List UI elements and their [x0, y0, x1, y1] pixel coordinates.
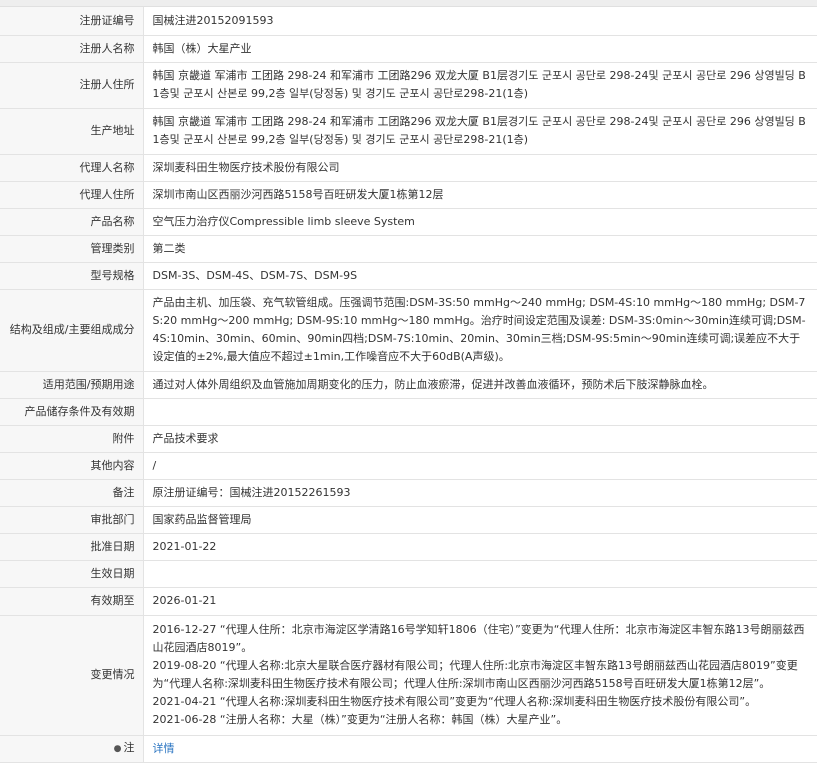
history-entry: 2021-04-21 “代理人名称:深圳麦科田生物医疗技术有限公司”变更为“代理…	[152, 695, 757, 708]
row-value: 国械注进20152091593	[143, 7, 817, 36]
detail-table-body: 注册证编号 国械注进20152091593 注册人名称 韩国（株）大星产业 注册人住所韩…	[0, 7, 817, 763]
detail-row: 适用范围/预期用途 通过对人体外周组织及血管施加周期变化的压力，防止血液瘀滞，促进…	[0, 371, 817, 399]
row-value: 2021-01-22	[143, 533, 817, 561]
row-value: 深圳市南山区西丽沙河西路5158号百旺研发大厦1栋第12层	[143, 181, 817, 209]
row-value: 深圳麦科田生物医疗技术股份有限公司	[143, 154, 817, 182]
row-label: 有效期至	[0, 587, 144, 616]
detail-row: 生效日期	[0, 560, 817, 588]
detail-row: 有效期至 2026-01-21	[0, 587, 817, 616]
note-value: 详情	[143, 735, 817, 763]
details-link[interactable]: 详情	[153, 742, 175, 755]
row-value: 国家药品监督管理局	[143, 506, 817, 534]
row-label: 注册人名称	[0, 35, 144, 63]
row-label: 型号规格	[0, 262, 144, 290]
note-label: 注	[123, 741, 135, 754]
detail-row: 注册人住所 韩国 京畿道 军浦市 工团路 298-24 和军浦市 工团路296 双…	[0, 62, 817, 109]
history-entry: 2019-08-20 “代理人名称:北京大星联合医疗器材有限公司；代理人住所:北…	[152, 659, 798, 690]
row-label: 批准日期	[0, 533, 144, 561]
row-value: 产品由主机、加压袋、充气软管组成。压强调节范围:DSM-3S:50 mmHg～2…	[143, 289, 817, 372]
row-label: 代理人名称	[0, 154, 144, 182]
detail-row: 其他内容 /	[0, 452, 817, 480]
detail-row: 备注 原注册证编号：国械注进20152261593	[0, 479, 817, 507]
history-label: 变更情况	[0, 615, 144, 736]
row-value	[143, 398, 817, 426]
row-value: 韩国 京畿道 军浦市 工团路 298-24 和军浦市 工团路296 双龙大厦 B…	[143, 108, 817, 155]
detail-row: 型号规格 DSM-3S、DSM-4S、DSM-7S、DSM-9S	[0, 262, 817, 290]
row-value: 原注册证编号：国械注进20152261593	[143, 479, 817, 507]
history-entry: 2021-06-28 “注册人名称：大星（株）”变更为“注册人名称：韩国（株）大…	[152, 713, 568, 726]
row-label: 其他内容	[0, 452, 144, 480]
detail-row: 注册证编号 国械注进20152091593	[0, 7, 817, 36]
row-label: 审批部门	[0, 506, 144, 534]
row-value: 2026-01-21	[143, 587, 817, 616]
row-label: 产品储存条件及有效期	[0, 398, 144, 426]
row-label: 结构及组成/主要组成成分	[0, 289, 144, 372]
detail-row: 管理类别 第二类	[0, 235, 817, 263]
row-label: 管理类别	[0, 235, 144, 263]
row-label: 附件	[0, 425, 144, 453]
row-value: 韩国 京畿道 军浦市 工团路 298-24 和军浦市 工团路296 双龙大厦 B…	[143, 62, 817, 109]
bullet-icon: ●	[113, 744, 122, 754]
detail-row: 注册人名称 韩国（株）大星产业	[0, 35, 817, 63]
row-value: DSM-3S、DSM-4S、DSM-7S、DSM-9S	[143, 262, 817, 290]
history-value: 2016-12-27 “代理人住所：北京市海淀区学清路16号学知轩1806（住宅…	[143, 615, 817, 736]
row-value: 第二类	[143, 235, 817, 263]
detail-row: 代理人住所 深圳市南山区西丽沙河西路5158号百旺研发大厦1栋第12层	[0, 181, 817, 209]
detail-row: 审批部门 国家药品监督管理局	[0, 506, 817, 534]
note-row: ● 注详情	[0, 735, 817, 763]
row-value: 产品技术要求	[143, 425, 817, 453]
detail-row: 产品储存条件及有效期	[0, 398, 817, 426]
row-label: 代理人住所	[0, 181, 144, 209]
row-value: /	[143, 452, 817, 480]
row-value: 通过对人体外周组织及血管施加周期变化的压力，防止血液瘀滞，促进并改善血液循环，预…	[143, 371, 817, 399]
top-bar	[0, 0, 817, 7]
row-value: 韩国（株）大星产业	[143, 35, 817, 63]
row-label: 注册证编号	[0, 7, 144, 36]
note-label-cell: ● 注	[0, 735, 144, 763]
registration-detail-table: 注册证编号 国械注进20152091593 注册人名称 韩国（株）大星产业 注册人住所韩…	[0, 7, 817, 763]
history-row: 变更情况 2016-12-27 “代理人住所：北京市海淀区学清路16号学知轩180…	[0, 615, 817, 736]
detail-row: 结构及组成/主要组成成分 产品由主机、加压袋、充气软管组成。压强调节范围:DSM-…	[0, 289, 817, 372]
row-label: 产品名称	[0, 208, 144, 236]
row-label: 生产地址	[0, 108, 144, 155]
detail-row: 生产地址 韩国 京畿道 军浦市 工团路 298-24 和军浦市 工团路296 双龙…	[0, 108, 817, 155]
detail-row: 代理人名称 深圳麦科田生物医疗技术股份有限公司	[0, 154, 817, 182]
row-label: 生效日期	[0, 560, 144, 588]
detail-row: 附件 产品技术要求	[0, 425, 817, 453]
row-value: 空气压力治疗仪Compressible limb sleeve System	[143, 208, 817, 236]
row-value	[143, 560, 817, 588]
history-entry: 2016-12-27 “代理人住所：北京市海淀区学清路16号学知轩1806（住宅…	[152, 623, 805, 654]
detail-row: 产品名称 空气压力治疗仪Compressible limb sleeve Syst…	[0, 208, 817, 236]
detail-row: 批准日期 2021-01-22	[0, 533, 817, 561]
row-label: 适用范围/预期用途	[0, 371, 144, 399]
row-label: 备注	[0, 479, 144, 507]
row-label: 注册人住所	[0, 62, 144, 109]
